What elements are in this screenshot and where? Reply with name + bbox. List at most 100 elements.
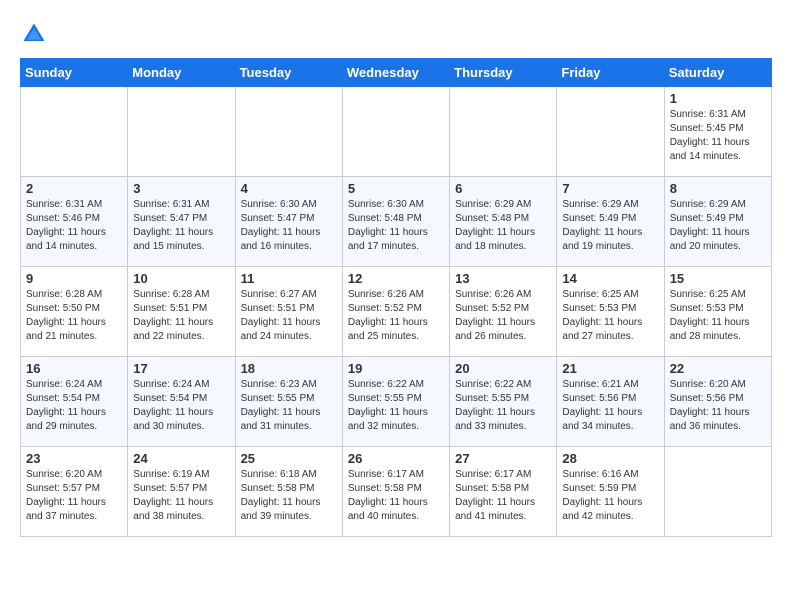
calendar-body: 1 Sunrise: 6:31 AM Sunset: 5:45 PM Daylig… [21, 87, 772, 537]
logo-icon [20, 20, 48, 48]
day-number: 12 [348, 271, 444, 286]
day-number: 4 [241, 181, 337, 196]
day-cell: 28Sunrise: 6:16 AM Sunset: 5:59 PM Dayli… [557, 447, 664, 537]
day-cell: 7 Sunrise: 6:29 AM Sunset: 5:49 PM Daylig… [557, 177, 664, 267]
day-number: 21 [562, 361, 658, 376]
day-number: 25 [241, 451, 337, 466]
weekday-header-friday: Friday [557, 59, 664, 87]
weekday-header-monday: Monday [128, 59, 235, 87]
day-number: 16 [26, 361, 122, 376]
day-number: 23 [26, 451, 122, 466]
day-cell [450, 87, 557, 177]
day-number: 8 [670, 181, 766, 196]
day-number: 11 [241, 271, 337, 286]
day-info: Sunrise: 6:29 AM Sunset: 5:49 PM Dayligh… [562, 198, 658, 254]
day-info: Sunrise: 6:25 AM Sunset: 5:53 PM Dayligh… [562, 288, 658, 344]
day-cell [664, 447, 771, 537]
day-info: Sunrise: 6:26 AM Sunset: 5:52 PM Dayligh… [348, 288, 444, 344]
page-header [20, 20, 772, 48]
day-number: 6 [455, 181, 551, 196]
day-cell: 2Sunrise: 6:31 AM Sunset: 5:46 PM Daylig… [21, 177, 128, 267]
day-info: Sunrise: 6:25 AM Sunset: 5:53 PM Dayligh… [670, 288, 766, 344]
day-info: Sunrise: 6:31 AM Sunset: 5:47 PM Dayligh… [133, 198, 229, 254]
calendar-table: SundayMondayTuesdayWednesdayThursdayFrid… [20, 58, 772, 537]
day-info: Sunrise: 6:28 AM Sunset: 5:51 PM Dayligh… [133, 288, 229, 344]
day-number: 1 [670, 91, 766, 106]
day-cell: 11 Sunrise: 6:27 AM Sunset: 5:51 PM Dayli… [235, 267, 342, 357]
day-cell [128, 87, 235, 177]
day-number: 22 [670, 361, 766, 376]
day-cell [21, 87, 128, 177]
day-cell: 26Sunrise: 6:17 AM Sunset: 5:58 PM Dayli… [342, 447, 449, 537]
week-row-3: 9 Sunrise: 6:28 AM Sunset: 5:50 PM Daylig… [21, 267, 772, 357]
day-number: 9 [26, 271, 122, 286]
weekday-row: SundayMondayTuesdayWednesdayThursdayFrid… [21, 59, 772, 87]
day-number: 15 [670, 271, 766, 286]
week-row-4: 16 Sunrise: 6:24 AM Sunset: 5:54 PM Dayli… [21, 357, 772, 447]
day-info: Sunrise: 6:18 AM Sunset: 5:58 PM Dayligh… [241, 468, 337, 524]
day-cell: 4 Sunrise: 6:30 AM Sunset: 5:47 PM Daylig… [235, 177, 342, 267]
day-number: 5 [348, 181, 444, 196]
day-cell: 3 Sunrise: 6:31 AM Sunset: 5:47 PM Daylig… [128, 177, 235, 267]
calendar-header: SundayMondayTuesdayWednesdayThursdayFrid… [21, 59, 772, 87]
day-info: Sunrise: 6:22 AM Sunset: 5:55 PM Dayligh… [348, 378, 444, 434]
week-row-5: 23 Sunrise: 6:20 AM Sunset: 5:57 PM Dayli… [21, 447, 772, 537]
day-info: Sunrise: 6:22 AM Sunset: 5:55 PM Dayligh… [455, 378, 551, 434]
day-cell [557, 87, 664, 177]
day-info: Sunrise: 6:19 AM Sunset: 5:57 PM Dayligh… [133, 468, 229, 524]
day-cell: 19Sunrise: 6:22 AM Sunset: 5:55 PM Dayli… [342, 357, 449, 447]
day-cell: 20 Sunrise: 6:22 AM Sunset: 5:55 PM Dayli… [450, 357, 557, 447]
day-info: Sunrise: 6:24 AM Sunset: 5:54 PM Dayligh… [26, 378, 122, 434]
day-info: Sunrise: 6:30 AM Sunset: 5:47 PM Dayligh… [241, 198, 337, 254]
day-info: Sunrise: 6:31 AM Sunset: 5:45 PM Dayligh… [670, 108, 766, 164]
day-info: Sunrise: 6:28 AM Sunset: 5:50 PM Dayligh… [26, 288, 122, 344]
day-number: 27 [455, 451, 551, 466]
week-row-1: 1 Sunrise: 6:31 AM Sunset: 5:45 PM Daylig… [21, 87, 772, 177]
day-info: Sunrise: 6:20 AM Sunset: 5:57 PM Dayligh… [26, 468, 122, 524]
logo [20, 20, 52, 48]
weekday-header-wednesday: Wednesday [342, 59, 449, 87]
day-number: 24 [133, 451, 229, 466]
day-info: Sunrise: 6:16 AM Sunset: 5:59 PM Dayligh… [562, 468, 658, 524]
day-cell: 16 Sunrise: 6:24 AM Sunset: 5:54 PM Dayli… [21, 357, 128, 447]
day-cell: 6 Sunrise: 6:29 AM Sunset: 5:48 PM Daylig… [450, 177, 557, 267]
day-number: 17 [133, 361, 229, 376]
day-cell: 17 Sunrise: 6:24 AM Sunset: 5:54 PM Dayli… [128, 357, 235, 447]
day-cell: 18 Sunrise: 6:23 AM Sunset: 5:55 PM Dayli… [235, 357, 342, 447]
weekday-header-thursday: Thursday [450, 59, 557, 87]
day-cell: 24 Sunrise: 6:19 AM Sunset: 5:57 PM Dayli… [128, 447, 235, 537]
day-cell: 1 Sunrise: 6:31 AM Sunset: 5:45 PM Daylig… [664, 87, 771, 177]
day-cell: 13 Sunrise: 6:26 AM Sunset: 5:52 PM Dayli… [450, 267, 557, 357]
weekday-header-sunday: Sunday [21, 59, 128, 87]
day-cell: 8 Sunrise: 6:29 AM Sunset: 5:49 PM Daylig… [664, 177, 771, 267]
day-number: 26 [348, 451, 444, 466]
day-number: 20 [455, 361, 551, 376]
weekday-header-saturday: Saturday [664, 59, 771, 87]
day-number: 14 [562, 271, 658, 286]
day-info: Sunrise: 6:27 AM Sunset: 5:51 PM Dayligh… [241, 288, 337, 344]
day-info: Sunrise: 6:30 AM Sunset: 5:48 PM Dayligh… [348, 198, 444, 254]
day-info: Sunrise: 6:23 AM Sunset: 5:55 PM Dayligh… [241, 378, 337, 434]
day-cell: 25 Sunrise: 6:18 AM Sunset: 5:58 PM Dayli… [235, 447, 342, 537]
day-info: Sunrise: 6:24 AM Sunset: 5:54 PM Dayligh… [133, 378, 229, 434]
day-number: 13 [455, 271, 551, 286]
day-number: 3 [133, 181, 229, 196]
day-cell: 22 Sunrise: 6:20 AM Sunset: 5:56 PM Dayli… [664, 357, 771, 447]
week-row-2: 2Sunrise: 6:31 AM Sunset: 5:46 PM Daylig… [21, 177, 772, 267]
day-cell: 15 Sunrise: 6:25 AM Sunset: 5:53 PM Dayli… [664, 267, 771, 357]
day-info: Sunrise: 6:31 AM Sunset: 5:46 PM Dayligh… [26, 198, 122, 254]
day-info: Sunrise: 6:26 AM Sunset: 5:52 PM Dayligh… [455, 288, 551, 344]
day-cell [342, 87, 449, 177]
day-number: 7 [562, 181, 658, 196]
day-info: Sunrise: 6:20 AM Sunset: 5:56 PM Dayligh… [670, 378, 766, 434]
day-info: Sunrise: 6:21 AM Sunset: 5:56 PM Dayligh… [562, 378, 658, 434]
day-info: Sunrise: 6:17 AM Sunset: 5:58 PM Dayligh… [455, 468, 551, 524]
day-cell: 14 Sunrise: 6:25 AM Sunset: 5:53 PM Dayli… [557, 267, 664, 357]
day-cell: 27 Sunrise: 6:17 AM Sunset: 5:58 PM Dayli… [450, 447, 557, 537]
day-number: 18 [241, 361, 337, 376]
day-cell: 23 Sunrise: 6:20 AM Sunset: 5:57 PM Dayli… [21, 447, 128, 537]
day-info: Sunrise: 6:29 AM Sunset: 5:49 PM Dayligh… [670, 198, 766, 254]
day-number: 10 [133, 271, 229, 286]
day-cell: 5 Sunrise: 6:30 AM Sunset: 5:48 PM Daylig… [342, 177, 449, 267]
day-info: Sunrise: 6:29 AM Sunset: 5:48 PM Dayligh… [455, 198, 551, 254]
